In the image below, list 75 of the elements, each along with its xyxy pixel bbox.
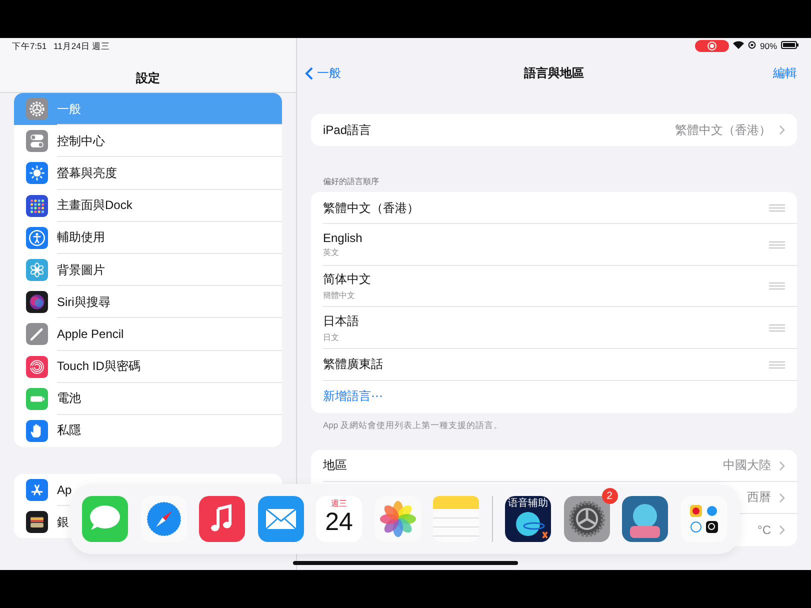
calendar-day: 24 — [325, 508, 353, 536]
row-value: 繁體中文（香港） — [675, 122, 771, 138]
row-value: °C — [758, 522, 771, 536]
language-name: 繁體中文（香港） — [323, 200, 419, 216]
sidebar-item[interactable]: Apple Pencil — [14, 318, 282, 350]
wifi-icon — [732, 41, 744, 51]
recording-indicator[interactable] — [694, 40, 729, 52]
envelope-icon[interactable] — [258, 496, 304, 542]
back-chevron-icon — [305, 67, 313, 80]
chevron-icon — [779, 524, 785, 534]
status-date: 11月24日 週三 — [54, 41, 110, 53]
sidebar-item[interactable]: Siri與搜尋 — [14, 286, 282, 318]
sun-icon — [26, 162, 48, 184]
language-subtitle: 簡體中文 — [323, 290, 356, 302]
row-label: 地區 — [323, 457, 347, 474]
settings-row[interactable]: 地區 中國大陸 — [311, 450, 797, 482]
section-footer: App 及網站會使用列表上第一種支援的語言。 — [323, 420, 785, 432]
row-value: 中國大陸 — [723, 457, 771, 474]
sidebar-item-label[interactable]: Ap — [57, 483, 72, 498]
language-subtitle: 英文 — [323, 247, 340, 258]
drag-handle-icon[interactable] — [769, 324, 785, 332]
sidebar-item-label[interactable]: 銀 — [57, 514, 69, 531]
game-artwork-icon[interactable] — [622, 496, 668, 542]
sidebar-item[interactable]: 電池 — [14, 382, 282, 415]
drag-handle-icon[interactable] — [769, 204, 785, 212]
language-name: English — [323, 231, 362, 246]
sidebar-item[interactable]: 輔助使用 — [14, 222, 282, 254]
language-name: 繁體廣東話 — [323, 356, 383, 373]
status-time: 下午7:51 — [12, 41, 47, 53]
sidebar-item[interactable]: 控制中心 — [14, 125, 282, 158]
back-button[interactable]: 一般 — [305, 65, 341, 82]
sidebar-item[interactable]: 背景圖片 — [14, 254, 282, 286]
calendar-weekday: 週三 — [331, 499, 347, 508]
sidebar-item[interactable]: 主畫面與Dock — [14, 190, 282, 222]
sidebar-item[interactable]: 螢幕與亮度 — [14, 157, 282, 190]
app-grid-icon — [26, 194, 48, 217]
flower-icon — [26, 259, 48, 282]
language-name: 日本語 — [323, 312, 359, 330]
fingerprint-icon — [26, 356, 48, 378]
language-subtitle: 日文 — [323, 332, 340, 343]
orientation-lock-icon — [748, 41, 756, 51]
notification-badge: 2 — [602, 488, 618, 504]
gear-icon — [26, 98, 48, 120]
edit-button[interactable]: 編輯 — [773, 65, 797, 82]
drag-handle-icon[interactable] — [769, 240, 785, 249]
chevron-icon — [779, 492, 785, 502]
orb-icon — [26, 291, 48, 314]
row-value: 西曆 — [747, 489, 771, 506]
add-language-link[interactable]: 新增語言⋯ — [323, 388, 383, 405]
battery-icon — [781, 41, 799, 51]
battery-percent: 90% — [760, 41, 777, 51]
row-label: iPad語言 — [323, 122, 372, 138]
section-header: 偏好的語言順序 — [323, 176, 380, 187]
drag-handle-icon[interactable] — [769, 282, 785, 290]
app-store-icon — [26, 479, 48, 502]
drag-handle-icon[interactable] — [769, 360, 785, 368]
sidebar-item[interactable]: 私隱 — [14, 414, 282, 448]
pencil-icon — [26, 323, 48, 346]
language-name: 简体中文 — [323, 271, 371, 288]
messages-icon[interactable] — [82, 496, 128, 542]
chevron-icon — [779, 460, 785, 470]
music-note-icon[interactable] — [199, 496, 245, 542]
app-icon-label: 语音辅助 — [508, 498, 548, 510]
hand-icon — [26, 420, 48, 442]
sidebar-item[interactable]: Touch ID與密碼 — [14, 350, 282, 383]
wallet-icon — [26, 511, 48, 534]
calendar-app-icon[interactable]: 週三 24 — [316, 496, 362, 542]
chevron-icon — [779, 125, 785, 135]
page-title: 語言與地區 — [524, 65, 584, 82]
battery-icon — [26, 388, 48, 410]
settings-row[interactable]: iPad語言 繁體中文（香港） — [311, 114, 797, 146]
voice-assistant-app-icon[interactable]: 语音辅助 — [505, 496, 551, 542]
accessibility-icon — [26, 226, 48, 249]
sidebar-title: 設定 — [134, 70, 161, 87]
toggles-icon — [26, 130, 48, 152]
